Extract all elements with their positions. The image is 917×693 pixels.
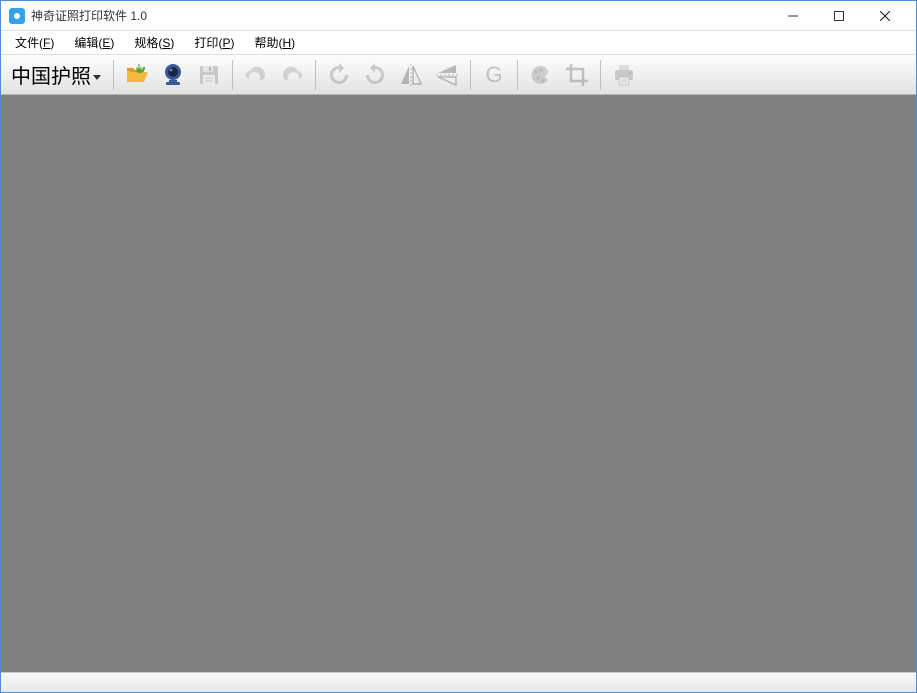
rotate-right-button[interactable] <box>358 58 392 92</box>
flip-horizontal-button[interactable] <box>394 58 428 92</box>
separator <box>113 60 114 90</box>
canvas-area <box>1 95 916 672</box>
undo-icon <box>243 62 269 88</box>
separator <box>600 60 601 90</box>
minimize-icon <box>788 11 798 21</box>
separator <box>470 60 471 90</box>
camera-button[interactable] <box>156 58 190 92</box>
chevron-down-icon <box>93 75 101 80</box>
app-title: 神奇证照打印软件 1.0 <box>31 7 147 24</box>
rotate-right-icon <box>362 62 388 88</box>
maximize-icon <box>834 11 844 21</box>
undo-button[interactable] <box>239 58 273 92</box>
rotate-left-icon <box>326 62 352 88</box>
separator <box>232 60 233 90</box>
flip-horizontal-icon <box>398 62 424 88</box>
toolbar: 中国护照 <box>1 55 916 95</box>
app-icon <box>9 8 25 24</box>
crop-button[interactable] <box>560 58 594 92</box>
save-button[interactable] <box>192 58 226 92</box>
guide-button[interactable]: G <box>477 58 511 92</box>
menu-help[interactable]: 帮助(H) <box>244 31 305 54</box>
menu-edit[interactable]: 编辑(E) <box>64 31 124 54</box>
separator <box>517 60 518 90</box>
titlebar: 神奇证照打印软件 1.0 <box>1 1 916 31</box>
open-file-button[interactable] <box>120 58 154 92</box>
webcam-icon <box>160 62 186 88</box>
flip-vertical-icon <box>434 62 460 88</box>
menubar: 文件(F) 编辑(E) 规格(S) 打印(P) 帮助(H) <box>1 31 916 55</box>
photo-type-dropdown[interactable]: 中国护照 <box>5 58 107 92</box>
palette-icon <box>528 62 554 88</box>
redo-button[interactable] <box>275 58 309 92</box>
redo-icon <box>279 62 305 88</box>
svg-text:G: G <box>485 62 502 87</box>
folder-open-icon <box>124 62 150 88</box>
palette-button[interactable] <box>524 58 558 92</box>
photo-type-label: 中国护照 <box>11 60 91 89</box>
window-controls <box>770 1 908 31</box>
close-button[interactable] <box>862 1 908 31</box>
rotate-left-button[interactable] <box>322 58 356 92</box>
floppy-disk-icon <box>196 62 222 88</box>
close-icon <box>880 11 890 21</box>
menu-file[interactable]: 文件(F) <box>5 31 64 54</box>
printer-icon <box>611 62 637 88</box>
menu-spec[interactable]: 规格(S) <box>124 31 184 54</box>
crop-icon <box>564 62 590 88</box>
statusbar <box>1 672 916 692</box>
letter-g-icon: G <box>481 62 507 88</box>
separator <box>315 60 316 90</box>
maximize-button[interactable] <box>816 1 862 31</box>
menu-print[interactable]: 打印(P) <box>184 31 244 54</box>
flip-vertical-button[interactable] <box>430 58 464 92</box>
minimize-button[interactable] <box>770 1 816 31</box>
print-button[interactable] <box>607 58 641 92</box>
